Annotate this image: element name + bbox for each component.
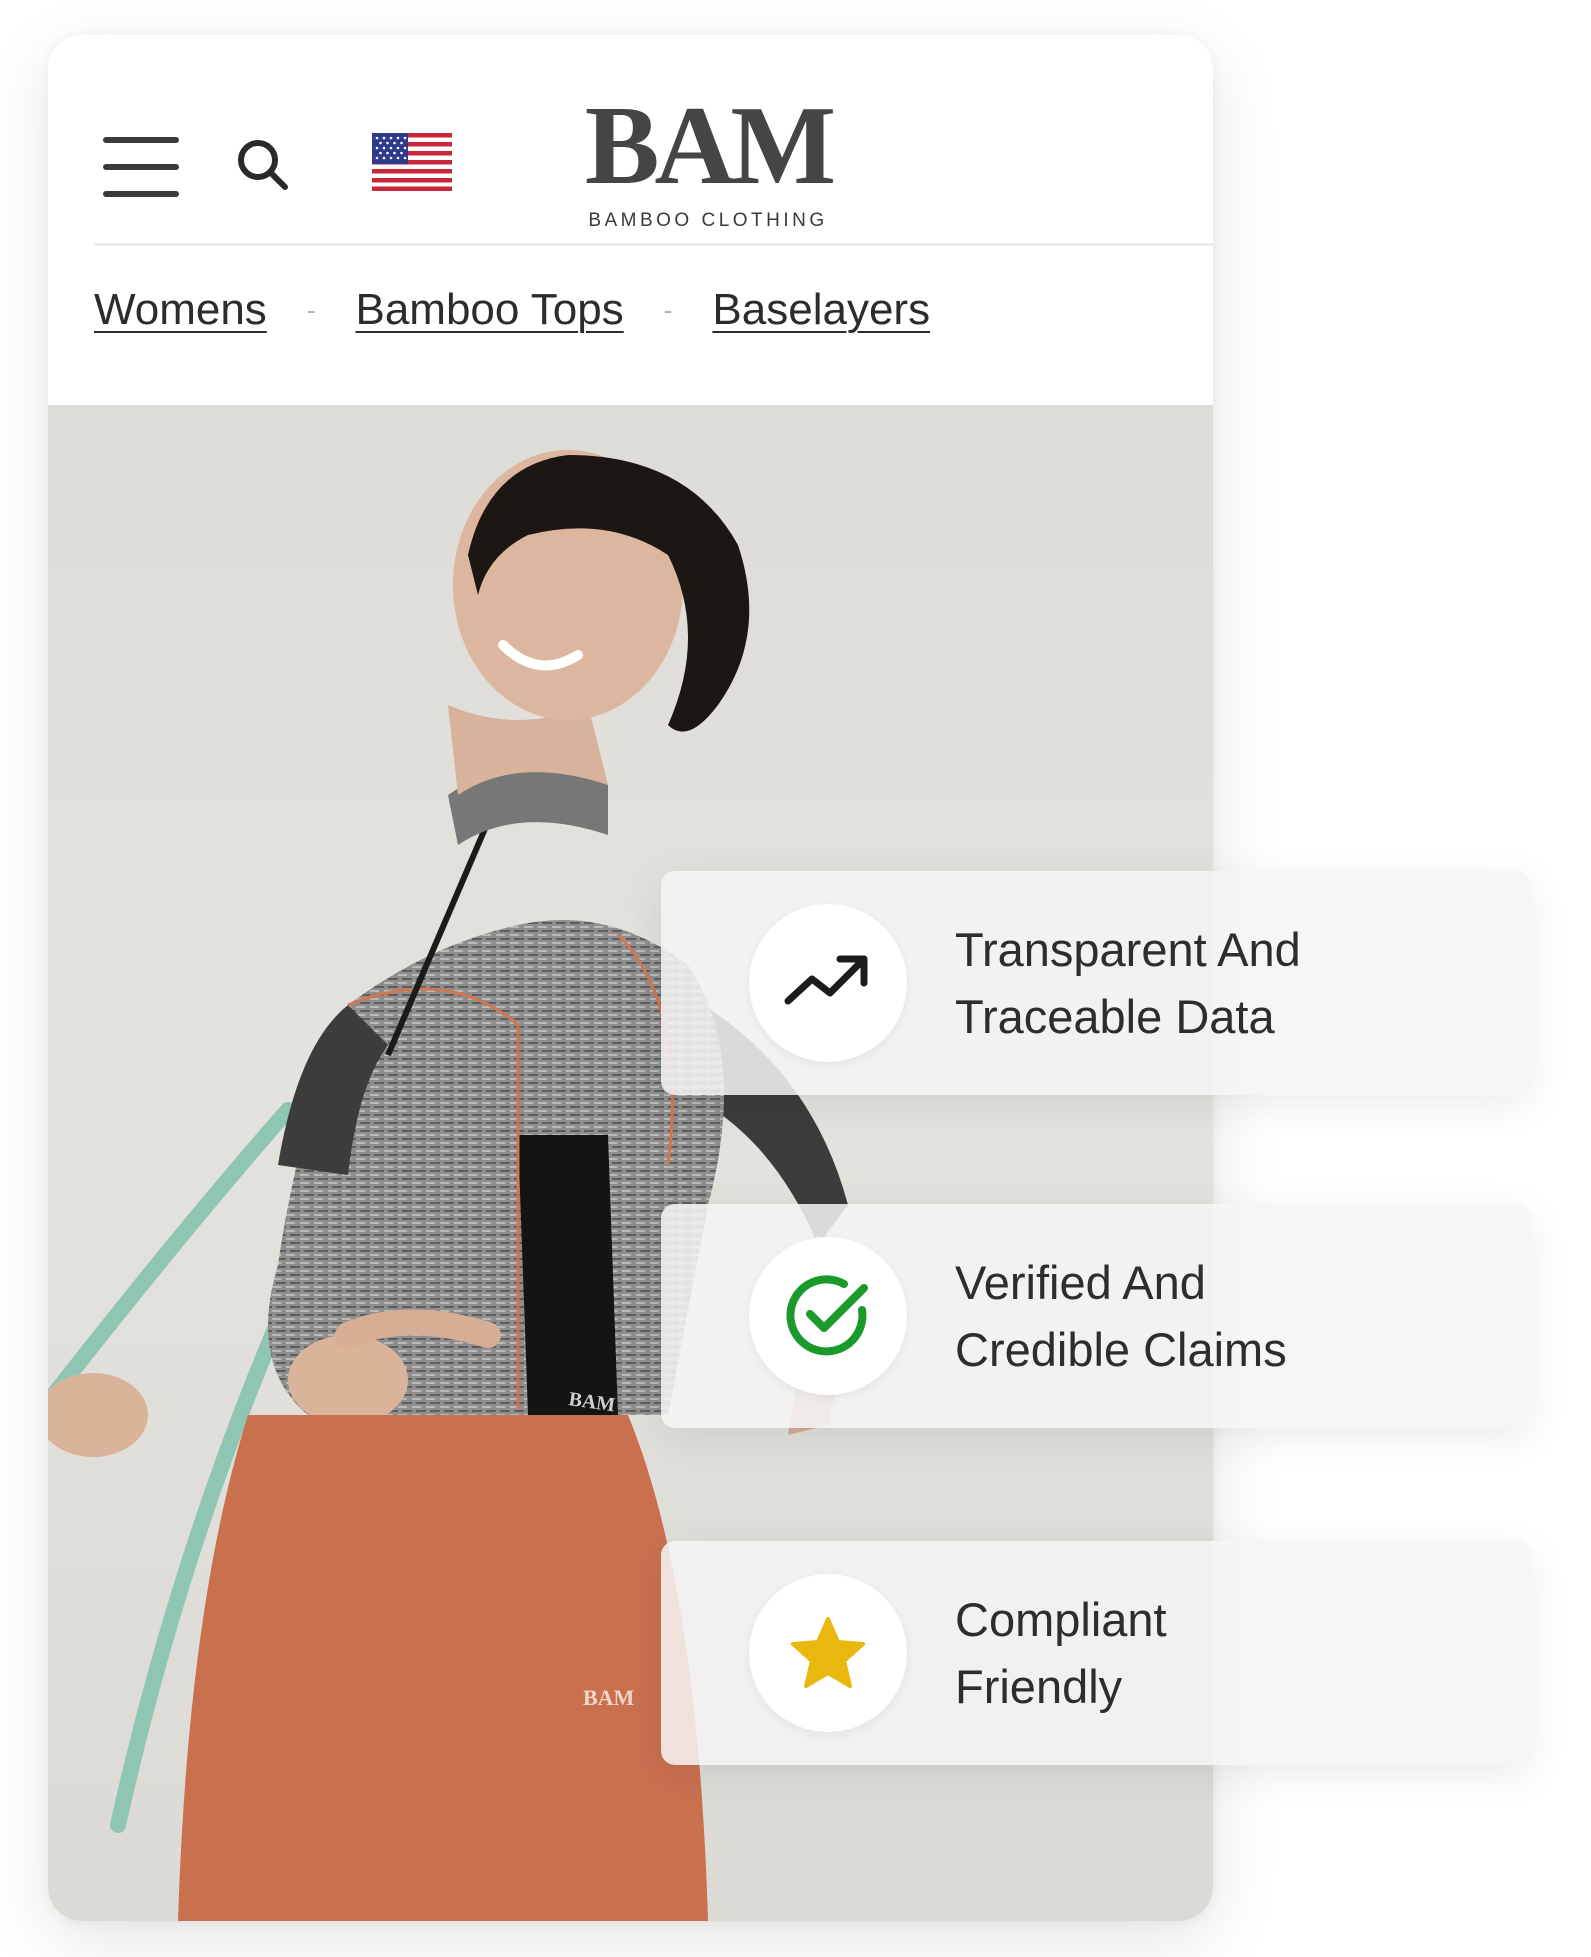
hamburger-menu-icon[interactable] bbox=[103, 137, 179, 197]
check-circle-icon bbox=[786, 1275, 868, 1356]
menu-bar bbox=[103, 191, 179, 197]
star-icon bbox=[791, 1617, 865, 1688]
breadcrumb-womens[interactable]: Womens bbox=[94, 285, 267, 335]
feature-line: Verified And bbox=[955, 1256, 1206, 1309]
feature-line: Credible Claims bbox=[955, 1323, 1287, 1376]
feature-card-transparent-data: Transparent And Traceable Data bbox=[661, 871, 1531, 1095]
breadcrumb-baselayers[interactable]: Baselayers bbox=[712, 285, 930, 335]
feature-icon-badge bbox=[749, 904, 907, 1062]
hand bbox=[288, 1335, 408, 1425]
logo-tagline: BAMBOO CLOTHING bbox=[588, 210, 828, 231]
trending-up-icon bbox=[784, 955, 868, 1005]
feature-text: Transparent And Traceable Data bbox=[955, 916, 1375, 1050]
logo-wordmark: BAM bbox=[584, 84, 836, 208]
breadcrumb-bamboo-tops[interactable]: Bamboo Tops bbox=[355, 285, 623, 335]
feature-icon-badge bbox=[749, 1237, 907, 1395]
menu-bar bbox=[103, 137, 179, 143]
breadcrumb: Womens - Bamboo Tops - Baselayers bbox=[94, 285, 930, 335]
breadcrumb-separator: - bbox=[306, 294, 316, 325]
forearm bbox=[335, 1309, 501, 1348]
side-panel bbox=[518, 1135, 618, 1415]
brand-logo[interactable]: BAM BAMBOO CLOTHING bbox=[578, 90, 838, 232]
us-flag-icon[interactable] bbox=[372, 133, 452, 191]
menu-bar bbox=[103, 164, 179, 170]
feature-card-verified-claims: Verified And Credible Claims bbox=[661, 1204, 1531, 1428]
feature-card-compliant-friendly: Compliant Friendly bbox=[661, 1541, 1531, 1765]
feature-line: Compliant bbox=[955, 1593, 1167, 1646]
search-icon[interactable] bbox=[233, 135, 293, 195]
feature-text: Verified And Credible Claims bbox=[955, 1249, 1375, 1383]
breadcrumb-separator: - bbox=[663, 294, 673, 325]
feature-line: Traceable Data bbox=[955, 990, 1275, 1043]
feature-icon-badge bbox=[749, 1574, 907, 1732]
leggings bbox=[178, 1415, 708, 1921]
header-divider bbox=[94, 243, 1213, 246]
site-header: BAM BAMBOO CLOTHING bbox=[48, 35, 1213, 245]
feature-text: Compliant Friendly bbox=[955, 1586, 1375, 1720]
feature-line: Friendly bbox=[955, 1660, 1123, 1713]
garment-logo: BAM bbox=[583, 1685, 635, 1710]
feature-line: Transparent And bbox=[955, 923, 1301, 976]
hand bbox=[48, 1373, 148, 1457]
page-stage: BAM BAMBOO CLOTHING Womens - Bamboo Tops… bbox=[0, 0, 1591, 1957]
